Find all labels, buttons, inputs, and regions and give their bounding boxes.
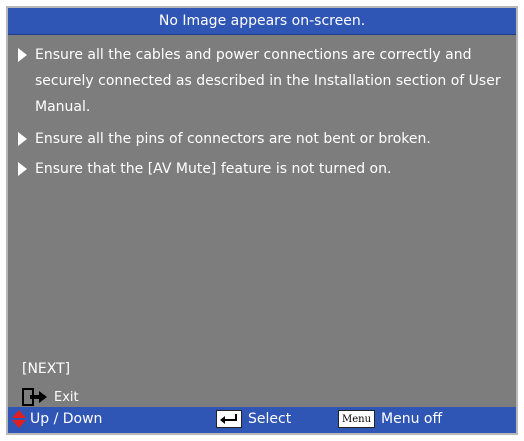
list-item: Ensure all the pins of connectors are no… (18, 126, 506, 152)
list-item-text: Ensure all the pins of connectors are no… (35, 131, 431, 147)
next-button[interactable]: [NEXT] (22, 361, 70, 377)
menu-key-icon: Menu (338, 410, 376, 428)
list-item: Ensure all the cables and power connecti… (18, 42, 506, 120)
menu-off-label: Menu off (381, 411, 443, 427)
osd-help-panel: No Image appears on-screen. Ensure all t… (6, 6, 518, 435)
list-item-text: Ensure all the cables and power connecti… (35, 47, 501, 115)
list-item-text: Ensure that the [AV Mute] feature is not… (35, 161, 392, 177)
page-title: No Image appears on-screen. (158, 13, 366, 29)
menu-off-hint: Menu Menu off (338, 410, 442, 428)
select-hint: Select (216, 410, 291, 428)
triangle-right-icon (18, 48, 27, 62)
updown-hint: Up / Down (12, 410, 102, 428)
exit-button[interactable]: Exit (22, 387, 79, 407)
enter-key-icon (216, 410, 242, 428)
help-items: Ensure all the cables and power connecti… (18, 42, 506, 182)
triangle-right-icon (18, 162, 27, 176)
select-label: Select (248, 411, 292, 427)
triangle-right-icon (18, 132, 27, 146)
updown-label: Up / Down (30, 411, 103, 427)
exit-door-icon (22, 388, 47, 406)
list-item: Ensure that the [AV Mute] feature is not… (18, 156, 506, 182)
exit-label: Exit (54, 389, 79, 405)
updown-arrows-icon (12, 410, 26, 428)
title-bar: No Image appears on-screen. (8, 8, 516, 35)
footer-bar: Up / Down Select Menu Menu off (8, 407, 516, 433)
